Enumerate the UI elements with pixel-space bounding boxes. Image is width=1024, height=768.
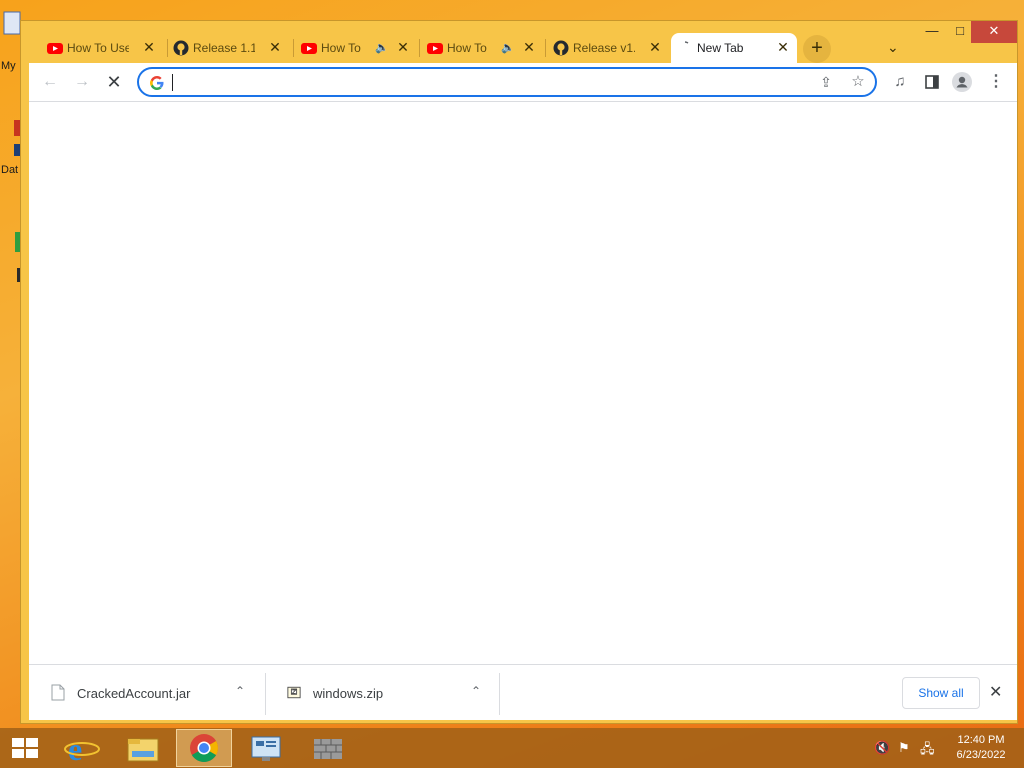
github-icon xyxy=(173,40,189,56)
control-panel-icon xyxy=(251,736,281,761)
tab-close-icon[interactable]: ✕ xyxy=(395,39,411,55)
tab-youtube-3[interactable]: How To 🔈 ✕ xyxy=(421,33,543,63)
download-filename: windows.zip xyxy=(313,686,384,701)
browser-window: How To Use ✕ Release 1.1 ✕ How To 🔈 ✕ Ho… xyxy=(20,20,1018,724)
stop-loading-icon[interactable]: ✕ xyxy=(103,71,125,93)
clock-date: 6/23/2022 xyxy=(956,749,1006,761)
tab-strip: How To Use ✕ Release 1.1 ✕ How To 🔈 ✕ Ho… xyxy=(21,21,1017,63)
audio-playing-icon[interactable]: 🔈 xyxy=(501,41,515,54)
taskbar: e 🔇 ⚑ 🖧 12:40 PM 6/23/2022 xyxy=(0,728,1024,768)
tab-close-icon[interactable]: ✕ xyxy=(647,39,663,55)
tab-youtube-1[interactable]: How To Use ✕ xyxy=(41,33,163,63)
tab-title: How To xyxy=(447,41,487,55)
file-icon xyxy=(51,684,65,701)
tab-title: Release v1. xyxy=(573,41,635,55)
more-menu-icon[interactable]: ⋮ xyxy=(985,71,1007,93)
youtube-icon xyxy=(301,43,317,54)
browser-toolbar: ← → ✕ ⇪ ☆ ♫ ⋮ xyxy=(29,63,1017,101)
windows-logo-icon xyxy=(12,738,38,758)
tab-title: How To xyxy=(321,41,361,55)
audio-playing-icon[interactable]: 🔈 xyxy=(375,41,389,54)
desktop-icon-data[interactable] xyxy=(0,118,22,158)
start-button[interactable] xyxy=(0,729,50,767)
tab-title: New Tab xyxy=(697,41,744,55)
network-icon[interactable]: 🖧 xyxy=(920,740,935,762)
media-control-icon[interactable]: ♫ xyxy=(889,71,911,93)
github-icon xyxy=(553,40,569,56)
database-icon xyxy=(14,120,20,156)
tab-title: Release 1.1 xyxy=(193,41,255,55)
chevron-up-icon[interactable]: ⌃ xyxy=(471,684,481,698)
tab-close-icon[interactable]: ✕ xyxy=(141,39,157,55)
download-item[interactable]: CrackedAccount.jar ⌃ xyxy=(29,665,263,721)
side-panel-icon[interactable] xyxy=(921,71,943,93)
forward-arrow-icon[interactable]: → xyxy=(71,71,93,93)
back-arrow-icon[interactable]: ← xyxy=(39,71,61,93)
tab-new-tab[interactable]: New Tab ✕ xyxy=(671,33,797,63)
taskbar-firewall[interactable] xyxy=(300,729,356,767)
zip-file-icon xyxy=(287,686,301,699)
address-bar[interactable]: ⇪ ☆ xyxy=(137,67,877,97)
tab-close-icon[interactable]: ✕ xyxy=(775,39,791,55)
tab-github-1[interactable]: Release 1.1 ✕ xyxy=(167,33,289,63)
taskbar-control-panel[interactable] xyxy=(238,729,294,767)
desktop-icon-green[interactable] xyxy=(0,228,22,288)
chevron-up-icon[interactable]: ⌃ xyxy=(235,684,245,698)
address-input[interactable] xyxy=(173,74,773,92)
tab-close-icon[interactable]: ✕ xyxy=(267,39,283,55)
close-shelf-icon[interactable]: ✕ xyxy=(989,682,1002,702)
tab-close-icon[interactable]: ✕ xyxy=(521,39,537,55)
desktop-label: My xyxy=(1,60,16,72)
page-content xyxy=(29,101,1017,664)
taskbar-file-explorer[interactable] xyxy=(114,729,170,767)
google-icon xyxy=(150,76,164,90)
tab-separator xyxy=(545,39,546,57)
tab-separator xyxy=(419,39,420,57)
download-filename: CrackedAccount.jar xyxy=(77,686,191,701)
tab-search-chevron-icon[interactable]: ⌄ xyxy=(887,39,899,56)
desktop-label: Dat xyxy=(1,164,19,176)
download-item[interactable]: windows.zip ⌃ xyxy=(265,665,499,721)
chrome-icon xyxy=(190,734,218,762)
bookmark-star-icon[interactable]: ☆ xyxy=(847,71,869,93)
taskbar-internet-explorer[interactable]: e xyxy=(54,729,110,767)
app-icon xyxy=(15,232,22,282)
profile-avatar-icon[interactable] xyxy=(951,71,973,93)
share-icon[interactable]: ⇪ xyxy=(815,71,837,93)
volume-muted-icon[interactable]: 🔇 xyxy=(874,740,890,756)
tab-github-2[interactable]: Release v1. ✕ xyxy=(547,33,669,63)
download-shelf: CrackedAccount.jar ⌃ windows.zip ⌃ Show … xyxy=(29,664,1017,720)
new-tab-button[interactable]: + xyxy=(803,35,831,63)
desktop-icon-computer[interactable] xyxy=(0,10,22,40)
tab-youtube-2[interactable]: How To 🔈 ✕ xyxy=(295,33,417,63)
tab-title: How To Use xyxy=(67,41,129,55)
loading-spinner-icon xyxy=(684,41,689,44)
youtube-icon xyxy=(427,43,443,54)
taskbar-chrome[interactable] xyxy=(176,729,232,767)
firewall-icon xyxy=(314,739,342,759)
folder-icon xyxy=(127,738,159,762)
system-clock[interactable]: 12:40 PM 6/23/2022 xyxy=(952,733,1010,763)
svg-text:e: e xyxy=(68,731,82,767)
internet-explorer-icon: e xyxy=(64,731,100,767)
youtube-icon xyxy=(47,43,63,54)
show-all-button[interactable]: Show all xyxy=(902,677,980,709)
clock-time: 12:40 PM xyxy=(957,734,1005,746)
download-separator xyxy=(499,673,500,715)
tab-separator xyxy=(293,39,294,57)
text-cursor xyxy=(172,74,173,91)
minimize-button[interactable]: — xyxy=(917,21,947,43)
action-center-flag-icon[interactable]: ⚑ xyxy=(898,740,910,756)
computer-icon xyxy=(3,11,21,35)
close-window-button[interactable]: ✕ xyxy=(971,21,1017,43)
